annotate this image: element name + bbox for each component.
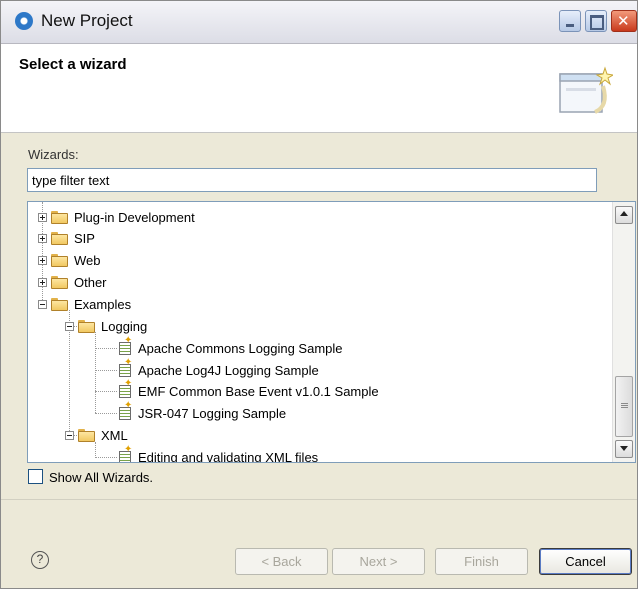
tree-item-sip[interactable]: SIP xyxy=(38,228,95,248)
tree-connector xyxy=(95,370,117,371)
eclipse-icon xyxy=(15,12,33,30)
vertical-scrollbar[interactable] xyxy=(612,202,635,462)
wizard-tree[interactable]: Plug-in Development SIP Web Other Exampl… xyxy=(27,201,636,463)
title-bar[interactable]: New Project xyxy=(1,1,637,44)
sample-wizard-icon xyxy=(117,357,133,378)
cancel-button[interactable]: Cancel xyxy=(539,548,632,575)
tree-item-xml[interactable]: XML xyxy=(65,425,128,445)
tree-item-label: SIP xyxy=(74,230,95,246)
tree-connector xyxy=(95,391,117,392)
tree-item-emf-cbe[interactable]: EMF Common Base Event v1.0.1 Sample xyxy=(117,378,379,401)
finish-button[interactable]: Finish xyxy=(435,548,528,575)
collapse-icon[interactable] xyxy=(65,430,74,440)
tree-item-label: Other xyxy=(74,274,107,290)
tree-item-label: Logging xyxy=(101,318,148,334)
open-folder-icon xyxy=(78,319,96,333)
tree-item-label: Editing and validating XML files xyxy=(138,449,319,463)
scroll-thumb[interactable] xyxy=(615,376,633,437)
back-button[interactable]: < Back xyxy=(235,548,328,575)
tree-item-label: JSR-047 Logging Sample xyxy=(138,405,287,421)
scroll-up-button[interactable] xyxy=(615,206,633,224)
tree-item-apache-commons[interactable]: Apache Commons Logging Sample xyxy=(117,335,343,358)
new-project-dialog: New Project Select a wizard Wizards: xyxy=(0,0,638,589)
close-button[interactable] xyxy=(611,10,637,32)
tree-connector xyxy=(95,413,117,414)
tree-item-jsr047[interactable]: JSR-047 Logging Sample xyxy=(117,400,287,423)
tree-item-label: Plug-in Development xyxy=(74,209,195,225)
tree-item-logging[interactable]: Logging xyxy=(65,316,147,336)
sample-wizard-icon xyxy=(117,400,133,421)
footer-separator xyxy=(1,499,637,500)
tree-item-label: EMF Common Base Event v1.0.1 Sample xyxy=(138,383,379,399)
expand-icon[interactable] xyxy=(38,255,47,265)
filter-input[interactable] xyxy=(27,168,597,192)
tree-connector xyxy=(95,348,117,349)
open-folder-icon xyxy=(78,428,96,442)
tree-item-editing-xml[interactable]: Editing and validating XML files xyxy=(117,444,319,463)
tree-item-label: Web xyxy=(74,252,101,268)
window-title: New Project xyxy=(41,11,133,30)
tree-item-label: Examples xyxy=(74,296,132,312)
scroll-down-button[interactable] xyxy=(615,440,633,458)
sample-wizard-icon xyxy=(117,335,133,356)
sample-wizard-icon xyxy=(117,378,133,399)
folder-icon xyxy=(51,210,69,224)
maximize-button[interactable] xyxy=(585,10,607,32)
minimize-button[interactable] xyxy=(559,10,581,32)
open-folder-icon xyxy=(51,297,69,311)
tree-item-web[interactable]: Web xyxy=(38,250,101,270)
next-button[interactable]: Next > xyxy=(332,548,425,575)
folder-icon xyxy=(51,231,69,245)
tree-item-plugin-development[interactable]: Plug-in Development xyxy=(38,207,195,227)
expand-icon[interactable] xyxy=(38,212,47,222)
show-all-wizards-checkbox[interactable] xyxy=(28,469,43,484)
expand-icon[interactable] xyxy=(38,233,47,243)
tree-item-label: Apache Log4J Logging Sample xyxy=(138,362,319,378)
collapse-icon[interactable] xyxy=(65,321,74,331)
new-wizard-icon xyxy=(559,66,613,114)
tree-connector xyxy=(95,457,117,458)
tree-item-apache-log4j[interactable]: Apache Log4J Logging Sample xyxy=(117,357,319,380)
help-button[interactable]: ? xyxy=(31,551,49,569)
sample-wizard-icon xyxy=(117,444,133,462)
page-title: Select a wizard xyxy=(19,56,127,73)
wizards-label: Wizards: xyxy=(28,147,79,162)
folder-icon xyxy=(51,253,69,267)
show-all-wizards-label[interactable]: Show All Wizards. xyxy=(49,470,153,485)
tree-item-label: XML xyxy=(101,427,128,443)
wizard-banner: Select a wizard xyxy=(1,44,637,133)
tree-item-label: Apache Commons Logging Sample xyxy=(138,340,343,356)
tree-item-examples[interactable]: Examples xyxy=(38,294,131,314)
tree-item-other[interactable]: Other xyxy=(38,272,107,292)
folder-icon xyxy=(51,275,69,289)
tree-connector xyxy=(95,332,96,413)
collapse-icon[interactable] xyxy=(38,299,47,309)
expand-icon[interactable] xyxy=(38,277,47,287)
